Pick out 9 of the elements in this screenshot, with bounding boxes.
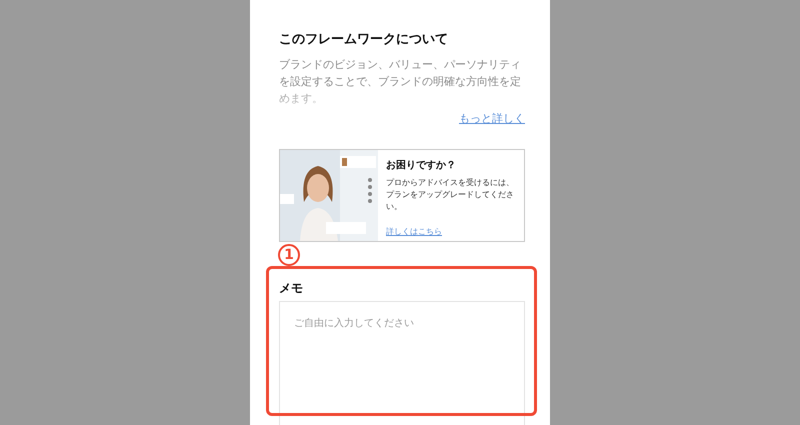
details-link[interactable]: 詳しくはこちら	[386, 227, 442, 236]
memo-field[interactable]: ご自由に入力してください	[279, 301, 525, 425]
help-text: プロからアドバイスを受けるには、プランをアップグレードしてください。	[386, 177, 515, 214]
description-text: ブランドのビジョン、バリュー、パーソナリティを設定することで、ブランドの明確な方向性を定めます。	[279, 56, 522, 107]
help-title: お困りですか？	[386, 159, 457, 174]
memo-label: メモ	[279, 280, 304, 298]
section-title: このフレームワークについて	[279, 32, 449, 48]
step-marker: 1	[278, 244, 300, 266]
more-link[interactable]: もっと詳しく	[459, 110, 525, 128]
